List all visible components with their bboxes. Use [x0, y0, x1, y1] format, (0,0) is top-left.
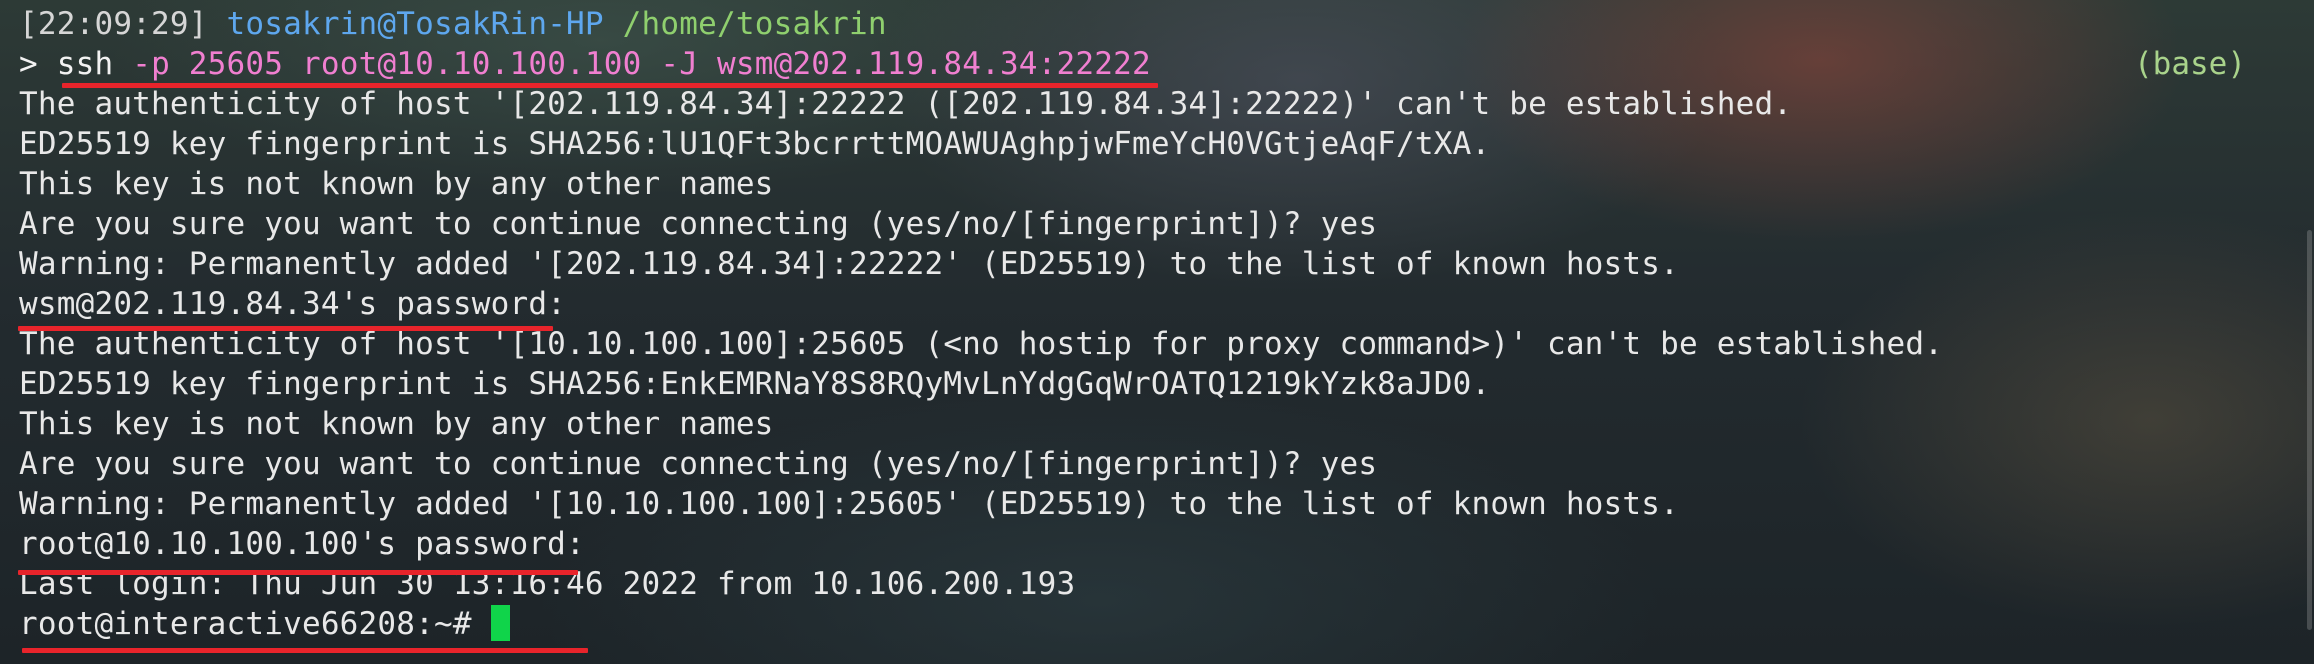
terminal-output: [22:09:29] tosakrin@TosakRin-HP /home/to… — [19, 4, 1943, 644]
conda-env-indicator: (base) — [2134, 46, 2246, 82]
output-line: ED25519 key fingerprint is SHA256:lU1QFt… — [19, 126, 1491, 162]
command-name: ssh — [56, 46, 114, 82]
output-line: This key is not known by any other names — [19, 166, 774, 202]
output-line: Warning: Permanently added '[10.10.100.1… — [19, 486, 1679, 522]
output-line: The authenticity of host '[202.119.84.34… — [19, 86, 1793, 122]
annotation-underline-shell-prompt — [22, 648, 588, 653]
prompt-header-line: [22:09:29] tosakrin@TosakRin-HP /home/to… — [19, 4, 1943, 44]
output-line: Are you sure you want to continue connec… — [19, 206, 1378, 242]
prompt-cwd: /home/tosakrin — [622, 6, 887, 42]
terminal-window[interactable]: [22:09:29] tosakrin@TosakRin-HP /home/to… — [0, 0, 2314, 664]
password-prompt-target-host: root@10.10.100.100's password: — [19, 526, 585, 562]
prompt-time: [22:09:29] — [19, 6, 208, 42]
shell-prompt-line[interactable]: root@interactive66208:~# — [19, 604, 1943, 644]
output-line: Warning: Permanently added '[202.119.84.… — [19, 246, 1679, 282]
password-prompt-jump-host: wsm@202.119.84.34's password: — [19, 286, 567, 322]
annotation-underline-command — [62, 83, 1158, 88]
command-line: > ssh -p 25605 root@10.10.100.100 -J wsm… — [19, 44, 1943, 84]
shell-prompt: root@interactive66208:~# — [19, 606, 472, 642]
annotation-underline-target-password — [18, 570, 578, 575]
prompt-symbol: > — [19, 46, 38, 82]
prompt-user-host: tosakrin@TosakRin-HP — [226, 6, 604, 42]
output-line: Are you sure you want to continue connec… — [19, 446, 1378, 482]
text-cursor — [490, 605, 510, 641]
output-line: ED25519 key fingerprint is SHA256:EnkEMR… — [19, 366, 1491, 402]
command-args: -p 25605 root@10.10.100.100 -J wsm@202.1… — [132, 46, 1151, 82]
output-line: This key is not known by any other names — [19, 406, 774, 442]
annotation-underline-jump-password — [18, 326, 553, 331]
scrollbar[interactable] — [2307, 230, 2312, 630]
